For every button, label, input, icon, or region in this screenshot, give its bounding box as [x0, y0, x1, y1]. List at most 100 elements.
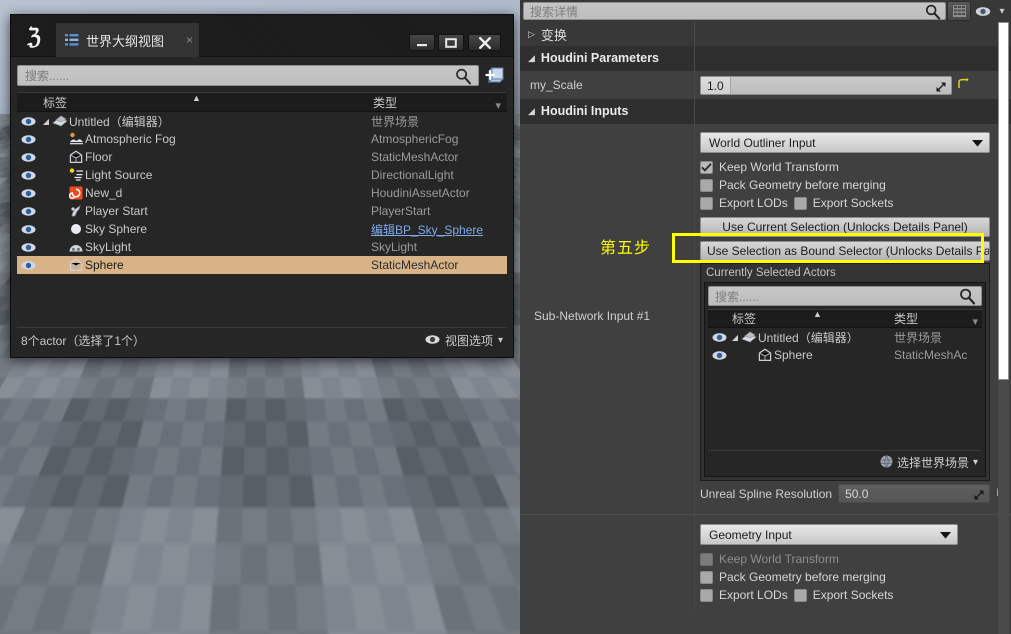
minimize-button[interactable]: [409, 34, 435, 51]
pack-geometry-checkbox[interactable]: [700, 570, 713, 584]
view-options-button[interactable]: 视图选项 ▾: [425, 332, 503, 349]
search-icon: [958, 287, 976, 310]
table-row[interactable]: Sky Sphere 编辑BP_Sky_Sphere: [17, 220, 507, 238]
use-current-selection-button[interactable]: Use Current Selection (Unlocks Details P…: [700, 217, 990, 237]
column-header-type[interactable]: 类型 ▾: [888, 310, 982, 328]
property-row-subnetwork-input-1[interactable]: Sub-Network Input #1 World Outliner Inpu…: [520, 124, 1011, 514]
chevron-right-icon: ▷: [528, 28, 535, 39]
export-sockets-checkbox[interactable]: [793, 196, 807, 210]
keep-world-transform-checkbox[interactable]: [700, 160, 713, 174]
export-sockets-checkbox[interactable]: [793, 588, 807, 602]
outliner-list-icon: [64, 32, 80, 48]
chevron-down-icon: ▾: [972, 457, 978, 468]
my-scale-input[interactable]: 1.0: [700, 76, 952, 95]
expand-twisty-icon[interactable]: ◢: [41, 117, 51, 126]
my-scale-label-cell: my_Scale: [520, 71, 694, 99]
row-type: AtmosphericFog: [371, 132, 459, 146]
light-icon: [67, 168, 85, 182]
input-2-export-row[interactable]: Export LODs Export Sockets: [700, 586, 1001, 604]
outliner-search-row[interactable]: 搜索......: [17, 61, 507, 89]
visibility-toggle-icon[interactable]: [17, 206, 39, 217]
table-row[interactable]: SkyLight SkyLight: [17, 238, 507, 256]
table-row[interactable]: ◢ Untitled（编辑器） 世界场景: [708, 328, 982, 346]
row-label: Untitled（编辑器）: [69, 114, 170, 129]
chevron-down-icon[interactable]: ▾: [995, 1, 1009, 21]
category-houdini-inputs[interactable]: ◢ Houdini Inputs: [520, 99, 1011, 124]
visibility-toggle-icon[interactable]: [708, 350, 730, 361]
spline-resolution-input[interactable]: 50.0: [838, 484, 991, 506]
pack-geometry-checkbox[interactable]: [700, 178, 713, 192]
visibility-toggle-icon[interactable]: [17, 152, 39, 163]
category-houdini-parameters[interactable]: ◢ Houdini Parameters: [520, 46, 1011, 71]
tab-close-icon[interactable]: ×: [186, 33, 193, 47]
currently-selected-actors-panel[interactable]: Currently Selected Actors 搜索...... 标签 ▲ …: [700, 263, 990, 481]
visibility-toggle-icon[interactable]: [17, 170, 39, 181]
row-type-link[interactable]: 编辑BP_Sky_Sphere: [371, 221, 507, 238]
table-row[interactable]: Sphere StaticMeshActor: [17, 256, 507, 274]
export-lods-checkbox[interactable]: [700, 588, 713, 602]
details-toolbar[interactable]: 搜索详情 ▾: [520, 0, 1011, 22]
input-2-type-dropdown[interactable]: Geometry Input: [700, 524, 958, 545]
grid-view-icon[interactable]: [947, 1, 971, 21]
input-1-type-value: World Outliner Input: [709, 135, 816, 150]
table-row[interactable]: Sphere StaticMeshAc: [708, 346, 982, 364]
visibility-toggle-icon[interactable]: [17, 188, 39, 199]
outliner-list[interactable]: ◢ Untitled（编辑器） 世界场景 Atmospheric Fog Atmosph…: [17, 112, 507, 276]
close-button[interactable]: [468, 34, 501, 51]
drag-handle-icon[interactable]: [973, 488, 985, 506]
currently-selected-actors-list[interactable]: ◢ Untitled（编辑器） 世界场景 Sphere StaticMeshAc: [708, 328, 982, 448]
visibility-icon[interactable]: [971, 1, 995, 21]
column-filter-icon[interactable]: ▾: [972, 315, 978, 328]
chevron-down-icon: ◢: [528, 52, 535, 63]
table-row[interactable]: Player Start PlayerStart: [17, 202, 507, 220]
visibility-toggle-icon[interactable]: [17, 116, 39, 127]
visibility-toggle-icon[interactable]: [708, 332, 730, 343]
column-header-type[interactable]: 类型 ▾: [365, 94, 507, 112]
row-type: HoudiniAssetActor: [371, 186, 470, 200]
search-input[interactable]: 搜索......: [17, 64, 479, 86]
table-row[interactable]: Floor StaticMeshActor: [17, 148, 507, 166]
currently-selected-actors-search-input[interactable]: 搜索......: [708, 286, 982, 306]
export-lods-checkbox[interactable]: [700, 196, 713, 210]
input-1-pack-geometry-row[interactable]: Pack Geometry before merging: [700, 176, 1008, 194]
property-row-my-scale[interactable]: my_Scale 1.0: [520, 71, 1011, 99]
input-1-keep-world-transform-row[interactable]: Keep World Transform: [700, 158, 1008, 176]
currently-selected-actors-column-headers[interactable]: 标签 ▲ 类型 ▾: [708, 309, 982, 328]
table-row[interactable]: Light Source DirectionalLight: [17, 166, 507, 184]
visibility-toggle-icon[interactable]: [17, 242, 39, 253]
tab-world-outliner[interactable]: 世界大纲视图 ×: [55, 22, 201, 57]
visibility-toggle-icon[interactable]: [17, 224, 39, 235]
use-bound-selector-button[interactable]: Use Selection as Bound Selector (Unlocks…: [700, 241, 990, 261]
details-panel[interactable]: 搜索详情 ▾ ▷ 变换 ◢ Houdini Parameters my_Scal…: [520, 0, 1011, 634]
table-row[interactable]: New_d HoudiniAssetActor: [17, 184, 507, 202]
visibility-toggle-icon[interactable]: [17, 134, 39, 145]
details-vertical-scrollbar[interactable]: [998, 22, 1009, 380]
input-1-export-row[interactable]: Export LODs Export Sockets: [700, 194, 1008, 212]
input-2-pack-geometry-row[interactable]: Pack Geometry before merging: [700, 568, 1001, 586]
row-label: Player Start: [85, 204, 148, 218]
row-label: Atmospheric Fog: [85, 132, 176, 146]
drag-handle-icon[interactable]: [935, 80, 947, 98]
column-filter-icon[interactable]: ▾: [495, 99, 501, 112]
window-title-bar[interactable]: ℨ 世界大纲视图 ×: [11, 15, 513, 57]
add-actor-button[interactable]: [485, 64, 507, 86]
table-row[interactable]: Atmospheric Fog AtmosphericFog: [17, 130, 507, 148]
outliner-column-headers[interactable]: 标签 ▲ 类型 ▾: [17, 92, 507, 112]
details-search-input[interactable]: 搜索详情: [523, 2, 946, 20]
world-outliner-window[interactable]: ℨ 世界大纲视图 × 搜索...... 标签 ▲ 类型 ▾ ◢ Untitled…: [10, 14, 514, 358]
visibility-toggle-icon[interactable]: [17, 260, 39, 271]
row-type: DirectionalLight: [371, 168, 454, 182]
expand-twisty-icon[interactable]: ◢: [730, 333, 740, 342]
reset-arrow-icon[interactable]: [957, 77, 969, 95]
spline-resolution-row[interactable]: Unreal Spline Resolution 50.0: [700, 484, 1008, 503]
translate-gizmo[interactable]: [150, 438, 310, 620]
column-header-label[interactable]: 标签 ▲: [17, 93, 365, 111]
category-transform[interactable]: ▷ 变换: [520, 22, 1011, 46]
input-1-type-dropdown[interactable]: World Outliner Input: [700, 132, 990, 153]
maximize-button[interactable]: [438, 34, 464, 51]
column-header-label[interactable]: 标签 ▲: [708, 309, 888, 327]
use-current-selection-label: Use Current Selection (Unlocks Details P…: [722, 220, 968, 234]
table-row[interactable]: ◢ Untitled（编辑器） 世界场景: [17, 112, 507, 130]
select-world-outliner-button[interactable]: 选择世界场景 ▾: [708, 450, 982, 473]
property-row-subnetwork-input-2[interactable]: Geometry Input Keep World Transform Pack…: [520, 514, 1011, 610]
